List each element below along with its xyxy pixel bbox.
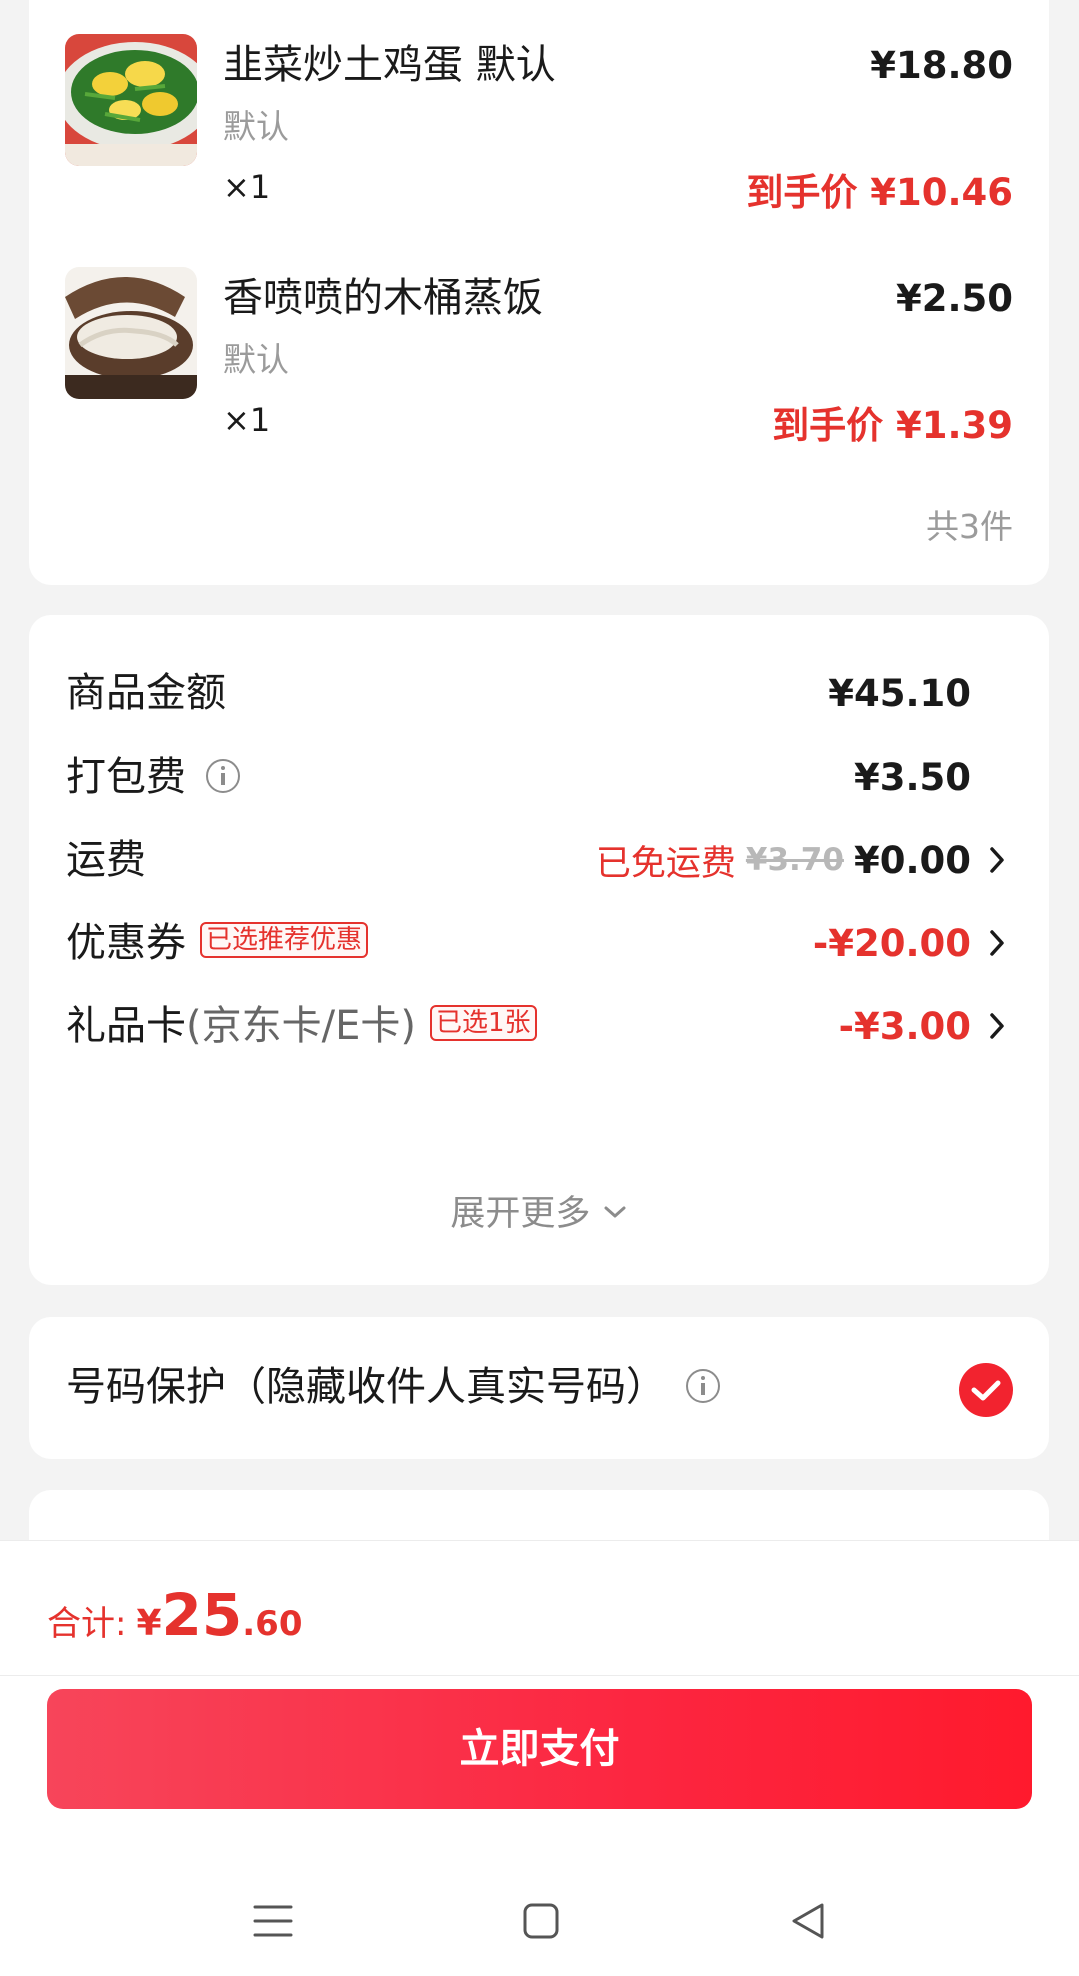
item-name: 香喷喷的木桶蒸饭 xyxy=(223,275,543,321)
price-summary-card: 商品金额 ¥45.10 打包费 ¥3.50 运费 已免运费 ¥3.70 ¥0.0… xyxy=(29,615,1049,1285)
product-image xyxy=(65,267,197,399)
item-final-price: 到手价 ¥1.39 xyxy=(772,404,1013,447)
expand-more-label: 展开更多 xyxy=(450,1194,591,1234)
home-icon[interactable] xyxy=(511,1891,571,1951)
check-circle-icon[interactable] xyxy=(959,1363,1013,1417)
coupon-row[interactable]: 优惠券 已选推荐优惠 -¥20.00 xyxy=(29,913,1049,973)
shipping-fee-label: 运费 xyxy=(66,837,146,883)
chevron-right-icon xyxy=(981,830,1013,890)
list-item[interactable]: 香喷喷的木桶蒸饭 默认 ×1 ¥2.50 到手价 ¥1.39 xyxy=(29,265,1049,465)
coupon-value: -¥20.00 xyxy=(812,921,971,965)
chevron-down-icon xyxy=(602,1191,628,1231)
item-price: ¥2.50 xyxy=(895,277,1013,320)
giftcard-value: -¥3.00 xyxy=(838,1004,971,1048)
system-navbar xyxy=(0,1871,1079,1971)
total-integer: 25 xyxy=(161,1581,243,1649)
coupon-tag: 已选推荐优惠 xyxy=(200,922,369,958)
info-icon[interactable] xyxy=(206,759,240,793)
product-image xyxy=(65,34,197,166)
item-spec: 默认 xyxy=(223,107,289,146)
shipping-fee-row[interactable]: 运费 已免运费 ¥3.70 ¥0.00 xyxy=(29,830,1049,890)
order-total: 合计: ¥25.60 xyxy=(47,1581,302,1649)
packing-fee-row: 打包费 ¥3.50 xyxy=(29,747,1049,807)
original-shipping-fee: ¥3.70 xyxy=(745,842,844,878)
list-item[interactable]: 韭菜炒土鸡蛋 默认 默认 ×1 ¥18.80 到手价 ¥10.46 xyxy=(29,32,1049,232)
item-spec: 默认 xyxy=(223,340,289,379)
coupon-label: 优惠券 xyxy=(66,920,186,966)
packing-fee-label: 打包费 xyxy=(66,754,186,800)
packing-fee-value: ¥3.50 xyxy=(853,755,971,799)
bottom-bar: 合计: ¥25.60 立即支付 xyxy=(0,1540,1079,1976)
item-price: ¥18.80 xyxy=(870,44,1013,87)
back-icon[interactable] xyxy=(778,1891,838,1951)
checkout-page: 韭菜炒土鸡蛋 默认 默认 ×1 ¥18.80 到手价 ¥10.46 香喷喷的木桶… xyxy=(0,0,1079,1976)
goods-amount-label: 商品金额 xyxy=(66,670,226,716)
total-currency: ¥ xyxy=(136,1603,162,1644)
expand-more-button[interactable]: 展开更多 xyxy=(29,1185,1049,1236)
free-shipping-text: 已免运费 xyxy=(595,843,736,884)
pay-now-button[interactable]: 立即支付 xyxy=(47,1689,1032,1809)
giftcard-row[interactable]: 礼品卡(京东卡/E卡) 已选1张 -¥3.00 xyxy=(29,996,1049,1056)
item-quantity: ×1 xyxy=(223,168,271,206)
item-final-price: 到手价 ¥10.46 xyxy=(746,171,1013,214)
goods-amount-row: 商品金额 ¥45.10 xyxy=(29,663,1049,723)
total-item-count: 共3件 xyxy=(926,507,1013,546)
order-items-card: 韭菜炒土鸡蛋 默认 默认 ×1 ¥18.80 到手价 ¥10.46 香喷喷的木桶… xyxy=(29,0,1049,585)
chevron-right-icon xyxy=(981,913,1013,973)
chevron-right-icon xyxy=(981,996,1013,1056)
divider xyxy=(0,1675,1079,1676)
giftcard-tag: 已选1张 xyxy=(429,1005,537,1041)
total-label: 合计: xyxy=(47,1604,127,1644)
menu-icon[interactable] xyxy=(243,1891,303,1951)
goods-amount-value: ¥45.10 xyxy=(828,671,971,715)
total-decimal: .60 xyxy=(242,1604,303,1644)
item-name: 韭菜炒土鸡蛋 默认 xyxy=(223,42,556,88)
info-icon[interactable] xyxy=(686,1369,720,1403)
item-quantity: ×1 xyxy=(223,401,271,439)
number-protection-card[interactable]: 号码保护（隐藏收件人真实号码） xyxy=(29,1317,1049,1459)
shipping-fee-value: ¥0.00 xyxy=(853,838,971,882)
number-protection-label: 号码保护（隐藏收件人真实号码） xyxy=(66,1364,666,1410)
giftcard-label: 礼品卡 xyxy=(66,1003,186,1049)
giftcard-sublabel: (京东卡/E卡) xyxy=(186,1003,416,1049)
